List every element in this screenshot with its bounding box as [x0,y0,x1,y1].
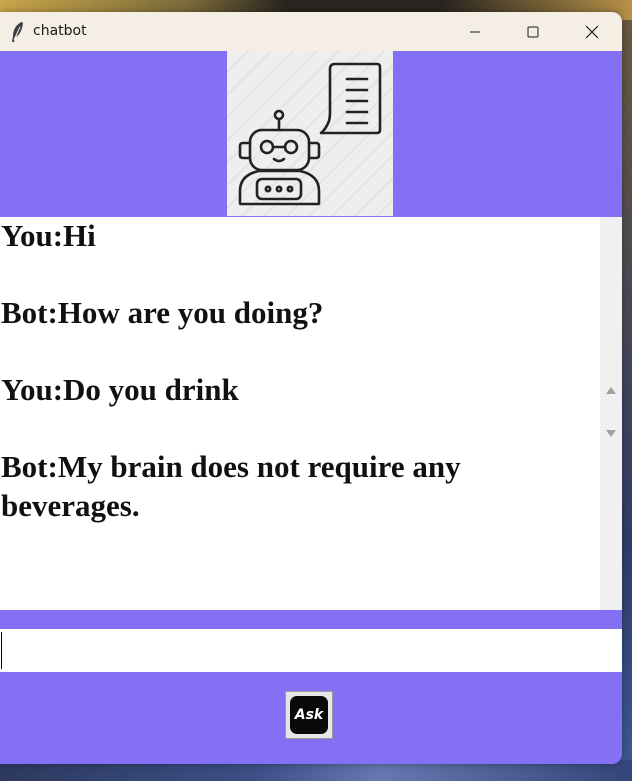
text-cursor [1,632,2,669]
chat-message-spacer [0,410,561,449]
title-bar[interactable]: chatbot [0,12,622,51]
close-icon [585,25,599,38]
robot-chat-illustration [238,62,382,206]
window-title: chatbot [33,23,87,39]
maximize-icon [527,26,539,37]
chat-message: Bot:How are you doing? [1,295,324,330]
question-input[interactable] [0,629,622,672]
scroll-up-arrow-icon[interactable] [606,387,616,394]
chat-message: Bot:My brain does not require any bevera… [1,449,461,523]
chat-log[interactable]: You:Hi Bot:How are you doing? You:Do you… [0,217,600,610]
scroll-down-arrow-icon[interactable] [606,430,616,437]
chat-scrollbar[interactable] [600,217,622,610]
chat-message-spacer [0,256,561,295]
minimize-button[interactable] [446,12,504,51]
chat-message-spacer [0,333,561,372]
feather-icon [12,22,23,42]
chat-message: You:Do you drink [1,372,239,407]
chat-message: You:Hi [1,218,96,253]
minimize-icon [470,31,480,32]
chatbot-window: chatbot You:Hi Bot:How are you doing? Yo… [0,12,622,764]
close-button[interactable] [563,12,621,51]
ask-button[interactable]: Ask [285,691,333,739]
robot-chat-icon [227,51,393,216]
ask-button-label: Ask [290,696,328,734]
maximize-button[interactable] [504,12,562,51]
